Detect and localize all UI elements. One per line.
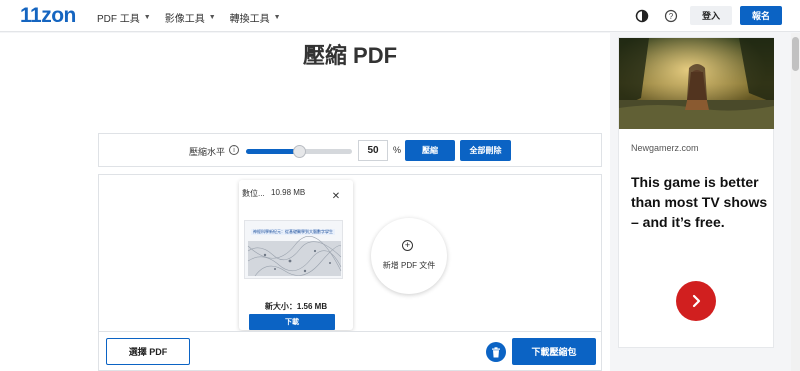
main-nav: PDF 工具 ▼ 影像工具 ▼ 轉換工具 ▼ [97, 10, 281, 25]
file-size: 10.98 MB [271, 188, 306, 197]
help-icon[interactable]: ? [663, 8, 679, 24]
upload-area: 數位... 10.98 MB ✕ 神經科學新紀元：從基礎醫學到大腦數字孿生 新大… [98, 174, 602, 334]
compression-slider[interactable] [246, 145, 352, 158]
add-pdf-button[interactable]: + 新增 PDF 文件 [371, 218, 447, 294]
page-scrollbar[interactable] [791, 33, 800, 371]
download-file-button[interactable]: 下載 [249, 314, 335, 330]
thumbnail-title: 神經科學新紀元：從基礎醫學到大腦數字孿生 [251, 229, 335, 235]
compression-level-label: 壓縮水平 [189, 147, 226, 157]
trash-icon[interactable] [486, 342, 506, 362]
nav-label: PDF 工具 [97, 14, 140, 25]
logo[interactable]: 11zon [20, 4, 76, 28]
pdf-thumbnail: 神經科學新紀元：從基礎醫學到大腦數字孿生 [244, 220, 343, 279]
chevron-down-icon: ▼ [143, 14, 151, 21]
advertisement[interactable]: Newgamerz.com This game is better than m… [618, 37, 774, 348]
delete-all-button[interactable]: 全部刪除 [460, 140, 511, 161]
choose-pdf-button[interactable]: 選擇 PDF [106, 338, 190, 365]
slider-handle[interactable] [293, 145, 306, 158]
nav-label: 轉換工具 [229, 14, 270, 25]
new-file-size: 新大小：1.56 MB [264, 302, 328, 311]
compress-button[interactable]: 壓縮 [405, 140, 455, 161]
ad-source: Newgamerz.com [631, 143, 699, 153]
download-zip-button[interactable]: 下載壓縮包 [512, 338, 596, 365]
nav-image-tools[interactable]: 影像工具 ▼ [165, 10, 216, 25]
scrollbar-thumb[interactable] [792, 37, 799, 71]
chevron-down-icon: ▼ [208, 14, 216, 21]
bottom-action-bar: 選擇 PDF 下載壓縮包 [98, 331, 602, 371]
close-icon[interactable]: ✕ [329, 189, 343, 203]
chevron-down-icon: ▼ [273, 14, 281, 21]
file-name: 數位... [242, 189, 265, 198]
nav-pdf-tools[interactable]: PDF 工具 ▼ [97, 10, 151, 25]
ad-text[interactable]: This game is better than most TV shows –… [631, 172, 769, 232]
plus-icon: + [402, 240, 413, 251]
chevron-right-icon[interactable] [676, 281, 716, 321]
nav-label: 影像工具 [164, 14, 205, 25]
nav-convert-tools[interactable]: 轉換工具 ▼ [230, 10, 281, 25]
login-button[interactable]: 登入 [690, 6, 732, 25]
page-title: 壓縮 PDF [302, 43, 398, 68]
info-icon[interactable]: i [229, 145, 239, 155]
add-pdf-label: 新增 PDF 文件 [382, 261, 436, 270]
theme-toggle-icon[interactable] [634, 8, 650, 24]
signup-button[interactable]: 報名 [740, 6, 782, 25]
svg-text:?: ? [669, 12, 674, 21]
file-card: 數位... 10.98 MB ✕ 神經科學新紀元：從基礎醫學到大腦數字孿生 新大… [239, 180, 353, 330]
ad-image[interactable] [619, 38, 774, 129]
compression-settings: 壓縮水平 i 50 % 壓縮 全部刪除 [98, 133, 602, 167]
compression-level-input[interactable]: 50 [358, 140, 388, 161]
slider-fill [246, 149, 299, 154]
top-header: 11zon PDF 工具 ▼ 影像工具 ▼ 轉換工具 ▼ ? 登入 報名 [0, 0, 800, 32]
percent-sign: % [393, 145, 402, 155]
